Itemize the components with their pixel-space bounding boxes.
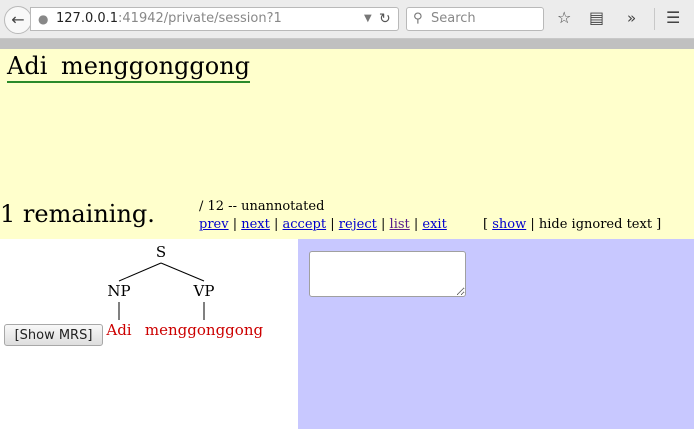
reload-icon[interactable]: ↻ bbox=[379, 8, 391, 30]
back-arrow-icon[interactable]: ← bbox=[4, 6, 32, 34]
nav-separator: | bbox=[228, 217, 242, 232]
search-icon: ⚲ bbox=[413, 11, 423, 26]
url-path: :41942/private/session?1 bbox=[118, 11, 282, 26]
search-input[interactable]: ⚲ Search bbox=[406, 7, 544, 31]
show-ignored-link[interactable]: show bbox=[492, 217, 526, 232]
search-placeholder: Search bbox=[431, 11, 476, 26]
tree-edge bbox=[160, 262, 205, 282]
url-host: 127.0.0.1 bbox=[56, 11, 119, 26]
reject-link[interactable]: reject bbox=[339, 217, 377, 232]
ignored-text-toggle: [ show | hide ignored text ] bbox=[483, 217, 661, 233]
tree-leaf-word: menggonggong bbox=[145, 321, 264, 339]
show-mrs-button[interactable]: [Show MRS] bbox=[4, 324, 103, 346]
nav-separator: | bbox=[376, 217, 390, 232]
nav-separator: | bbox=[326, 217, 339, 232]
hamburger-menu-icon[interactable]: ☰ bbox=[666, 9, 680, 27]
overflow-chevrons-icon[interactable]: » bbox=[627, 9, 636, 27]
sentence-text: Adi menggonggong bbox=[7, 51, 251, 83]
exit-link[interactable]: exit bbox=[422, 217, 446, 232]
tree-node-np: NP bbox=[107, 282, 130, 300]
accept-link[interactable]: accept bbox=[283, 217, 327, 232]
list-link[interactable]: list bbox=[390, 217, 410, 232]
sentence-panel: Adi menggonggong 1 remaining. / 12 -- un… bbox=[0, 49, 694, 239]
nav-separator: | bbox=[269, 217, 283, 232]
url-bar[interactable]: ● 127.0.0.1:41942/private/session?1 ▼ ↻ bbox=[30, 7, 399, 31]
toggle-open-bracket: [ bbox=[483, 217, 493, 232]
prev-link[interactable]: prev bbox=[199, 217, 229, 232]
item-status: / 12 -- unannotated bbox=[199, 199, 325, 214]
url-text: 127.0.0.1:41942/private/session?1 bbox=[56, 8, 282, 30]
toolbar-divider bbox=[654, 8, 655, 30]
tree-edge bbox=[118, 262, 162, 282]
bookmark-star-icon[interactable]: ☆ bbox=[557, 9, 571, 27]
url-dropdown-icon[interactable]: ▼ bbox=[364, 8, 372, 30]
hide-ignored-text: | hide ignored text ] bbox=[526, 217, 662, 232]
globe-icon: ● bbox=[38, 12, 49, 26]
nav-separator: | bbox=[409, 217, 423, 232]
next-link[interactable]: next bbox=[241, 217, 270, 232]
comment-panel bbox=[298, 239, 694, 429]
browser-toolbar: ← ● 127.0.0.1:41942/private/session?1 ▼ … bbox=[0, 0, 694, 39]
navigation-links: prev | next | accept | reject | list | e… bbox=[199, 217, 447, 233]
tree-panel: S NP VP Adi menggonggong [Show MRS] bbox=[0, 239, 298, 429]
tree-node-vp: VP bbox=[193, 282, 215, 300]
remaining-count: 1 remaining. bbox=[0, 200, 155, 228]
toolbar-rule bbox=[0, 39, 694, 49]
reading-list-icon[interactable]: ▤ bbox=[589, 9, 604, 27]
comment-textarea[interactable] bbox=[309, 251, 466, 297]
tree-node-s: S bbox=[156, 243, 166, 261]
tree-leaf-word: Adi bbox=[105, 321, 131, 339]
